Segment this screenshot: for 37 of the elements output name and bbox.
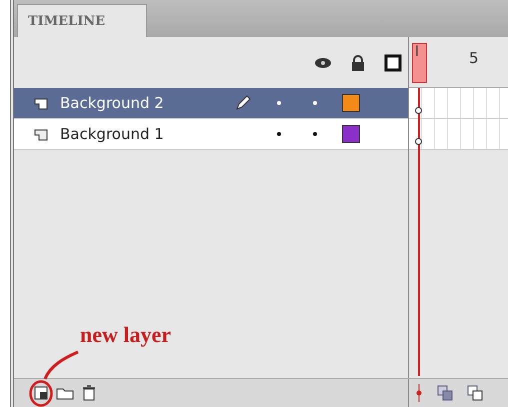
keyframe[interactable] xyxy=(415,107,422,114)
frame-row[interactable] xyxy=(409,119,508,150)
frame-number: 5 xyxy=(469,49,479,67)
eye-icon xyxy=(314,56,332,68)
layer-name: Background 2 xyxy=(60,94,165,112)
keyframe[interactable] xyxy=(415,138,422,145)
onion-skin-button[interactable] xyxy=(437,385,453,401)
layer-row[interactable]: Background 2 xyxy=(14,88,408,119)
layer-icon xyxy=(34,127,50,141)
layer-name: Background 1 xyxy=(60,125,165,143)
visible-dot[interactable] xyxy=(277,101,281,105)
center-frame-button[interactable] xyxy=(415,384,423,402)
layer-color-swatch[interactable] xyxy=(342,125,360,143)
frame-row[interactable] xyxy=(409,88,508,119)
layer-color-swatch[interactable] xyxy=(342,94,360,112)
unlocked-dot[interactable] xyxy=(313,132,317,136)
trash-icon xyxy=(82,385,96,401)
outline-icon xyxy=(384,54,402,72)
timeline-tab[interactable]: TIMELINE xyxy=(17,4,147,37)
highlight-circle xyxy=(29,380,53,407)
onion-outline-icon xyxy=(467,385,483,401)
marker-icon xyxy=(415,384,423,402)
new-layer-button[interactable] xyxy=(34,386,48,400)
annotation-label: new layer xyxy=(80,322,172,348)
layer-icon xyxy=(34,96,50,110)
new-layer-icon xyxy=(34,386,48,400)
new-folder-button[interactable] xyxy=(56,386,74,400)
onion-outline-button[interactable] xyxy=(467,385,483,401)
unlocked-dot[interactable] xyxy=(313,101,317,105)
delete-button[interactable] xyxy=(82,385,96,401)
playhead[interactable]: l xyxy=(412,43,427,83)
folder-icon xyxy=(56,386,74,400)
lock-icon xyxy=(351,54,365,70)
visible-dot[interactable] xyxy=(277,132,281,136)
layer-row[interactable]: Background 1 xyxy=(14,119,408,150)
pencil-icon xyxy=(235,95,251,111)
onion-skin-icon xyxy=(437,385,453,401)
